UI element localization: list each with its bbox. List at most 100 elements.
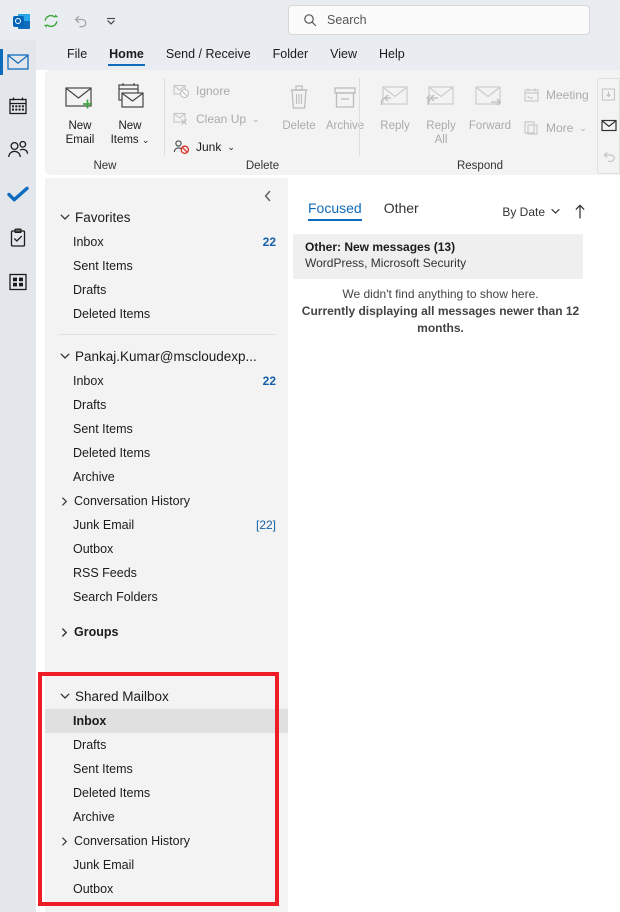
folder-group-favorites[interactable]: Favorites xyxy=(45,204,288,230)
folder-group-shared-mailbox[interactable]: Shared Mailbox xyxy=(45,683,288,709)
ribbon-overflow-stack xyxy=(597,78,620,174)
junk-button[interactable]: Junk ⌄ xyxy=(173,136,235,158)
folder-item-sent-items[interactable]: Sent Items xyxy=(45,417,288,441)
folder-item-label: Inbox xyxy=(73,374,104,388)
rail-item-calendar[interactable] xyxy=(0,84,36,128)
folder-item-label: Junk Email xyxy=(73,858,135,872)
folder-item-deleted-items[interactable]: Deleted Items xyxy=(45,302,288,326)
todo-check-icon xyxy=(7,185,29,203)
ignore-label: Ignore xyxy=(196,84,231,98)
tab-view[interactable]: View xyxy=(319,44,368,66)
chevron-down-icon[interactable] xyxy=(98,8,124,34)
empty-state-message: We didn't find anything to show here. Cu… xyxy=(298,286,583,337)
meeting-icon xyxy=(523,87,540,103)
chevron-down-icon: ⌄ xyxy=(141,135,150,145)
sort-by-button[interactable]: By Date xyxy=(502,205,561,219)
folder-item-label: Outbox xyxy=(73,882,114,896)
search-icon xyxy=(303,13,317,27)
undo-icon[interactable] xyxy=(68,8,94,34)
folder-group-groups[interactable]: Groups xyxy=(45,619,288,645)
folder-item-shared-drafts[interactable]: Drafts xyxy=(45,733,288,757)
folder-item-search-folders[interactable]: Search Folders xyxy=(45,585,288,609)
folder-item-outbox[interactable]: Outbox xyxy=(45,537,288,561)
chevron-down-icon xyxy=(59,690,71,702)
folder-item-label: Drafts xyxy=(73,398,107,412)
folder-item-label: Archive xyxy=(73,470,115,484)
search-placeholder: Search xyxy=(327,13,367,27)
folder-item-drafts[interactable]: Drafts xyxy=(45,393,288,417)
rail-item-people[interactable] xyxy=(0,128,36,172)
tab-home[interactable]: Home xyxy=(98,44,155,66)
clean-up-button[interactable]: Clean Up ⌄ xyxy=(173,108,260,130)
folder-item-shared-junk-email[interactable]: Junk Email xyxy=(45,853,288,877)
search-input[interactable]: Search xyxy=(288,5,590,35)
folder-item-shared-inbox[interactable]: Inbox xyxy=(45,709,288,733)
folder-item-label: Inbox xyxy=(73,714,107,728)
folder-item-inbox[interactable]: Inbox 22 xyxy=(45,230,288,254)
other-messages-banner[interactable]: Other: New messages (13) WordPress, Micr… xyxy=(293,234,583,279)
folder-item-conversation-history[interactable]: Conversation History xyxy=(45,489,288,513)
meeting-button[interactable]: Meeting xyxy=(523,84,589,106)
ribbon-group-new: New Email New Items ⌄ New xyxy=(45,70,165,175)
folder-item-rss-feeds[interactable]: RSS Feeds xyxy=(45,561,288,585)
folder-item-shared-deleted-items[interactable]: Deleted Items xyxy=(45,781,288,805)
rail-item-mail[interactable] xyxy=(0,40,36,84)
sort-controls: By Date xyxy=(502,204,586,219)
tab-send-receive[interactable]: Send / Receive xyxy=(155,44,262,66)
navigation-rail xyxy=(0,40,36,912)
tab-focused[interactable]: Focused xyxy=(308,200,362,221)
new-email-button[interactable]: New Email xyxy=(53,78,107,147)
sort-direction-button[interactable] xyxy=(574,204,586,219)
folder-tree: Favorites Inbox 22 Sent Items Drafts Del… xyxy=(45,178,288,901)
tasks-clipboard-icon xyxy=(9,228,27,248)
rail-item-tasks[interactable] xyxy=(0,216,36,260)
folder-item-inbox[interactable]: Inbox 22 xyxy=(45,369,288,393)
sync-icon[interactable] xyxy=(38,8,64,34)
chevron-left-icon xyxy=(263,190,273,202)
collapse-folder-pane-button[interactable] xyxy=(258,186,278,206)
folder-item-archive[interactable]: Archive xyxy=(45,465,288,489)
chevron-down-icon: ⌄ xyxy=(227,141,235,152)
junk-icon xyxy=(173,139,190,155)
message-filter-tabs: Focused Other xyxy=(308,200,419,221)
empty-state-line2: Currently displaying all messages newer … xyxy=(301,304,580,335)
folder-item-shared-archive[interactable]: Archive xyxy=(45,805,288,829)
unread-count: 22 xyxy=(262,235,276,249)
rail-item-more-apps[interactable] xyxy=(0,260,36,304)
more-button[interactable]: More ⌄ xyxy=(523,117,587,139)
calendar-icon xyxy=(8,96,28,116)
rail-item-todo[interactable] xyxy=(0,172,36,216)
folder-item-sent-items[interactable]: Sent Items xyxy=(45,254,288,278)
tab-folder[interactable]: Folder xyxy=(262,44,319,66)
ignore-button[interactable]: Ignore xyxy=(173,80,230,102)
tab-file[interactable]: File xyxy=(56,44,98,66)
forward-icon xyxy=(460,78,520,116)
reply-all-label-1: Reply xyxy=(426,120,456,132)
tab-help[interactable]: Help xyxy=(368,44,416,66)
forward-button[interactable]: Forward xyxy=(460,78,520,133)
folder-item-shared-conversation-history[interactable]: Conversation History xyxy=(45,829,288,853)
new-items-icon xyxy=(103,78,157,116)
new-items-label-2: Items xyxy=(110,134,139,146)
folder-item-label: Sent Items xyxy=(73,259,133,273)
folder-item-label: Drafts xyxy=(73,283,107,297)
folder-item-shared-sent-items[interactable]: Sent Items xyxy=(45,757,288,781)
chevron-right-icon xyxy=(59,496,70,507)
chevron-down-icon: ⌄ xyxy=(579,122,587,133)
ribbon-group-new-label: New xyxy=(93,160,117,172)
folder-item-shared-outbox[interactable]: Outbox xyxy=(45,877,288,901)
mail-icon xyxy=(600,119,617,132)
new-items-button[interactable]: New Items ⌄ xyxy=(103,78,157,147)
mail-actions-button[interactable] xyxy=(598,110,619,141)
clean-up-label: Clean Up xyxy=(196,112,247,126)
folder-item-drafts[interactable]: Drafts xyxy=(45,278,288,302)
folder-item-deleted-items[interactable]: Deleted Items xyxy=(45,441,288,465)
shared-mailbox-label: Shared Mailbox xyxy=(75,688,169,704)
clean-up-icon xyxy=(173,111,190,127)
account-label: Pankaj.Kumar@mscloudexp... xyxy=(75,348,257,364)
move-to-folder-button[interactable] xyxy=(598,79,619,110)
folder-group-account[interactable]: Pankaj.Kumar@mscloudexp... xyxy=(45,343,288,369)
tab-other[interactable]: Other xyxy=(384,200,419,221)
undo-button[interactable] xyxy=(598,141,619,172)
folder-item-junk-email[interactable]: Junk Email [22] xyxy=(45,513,288,537)
